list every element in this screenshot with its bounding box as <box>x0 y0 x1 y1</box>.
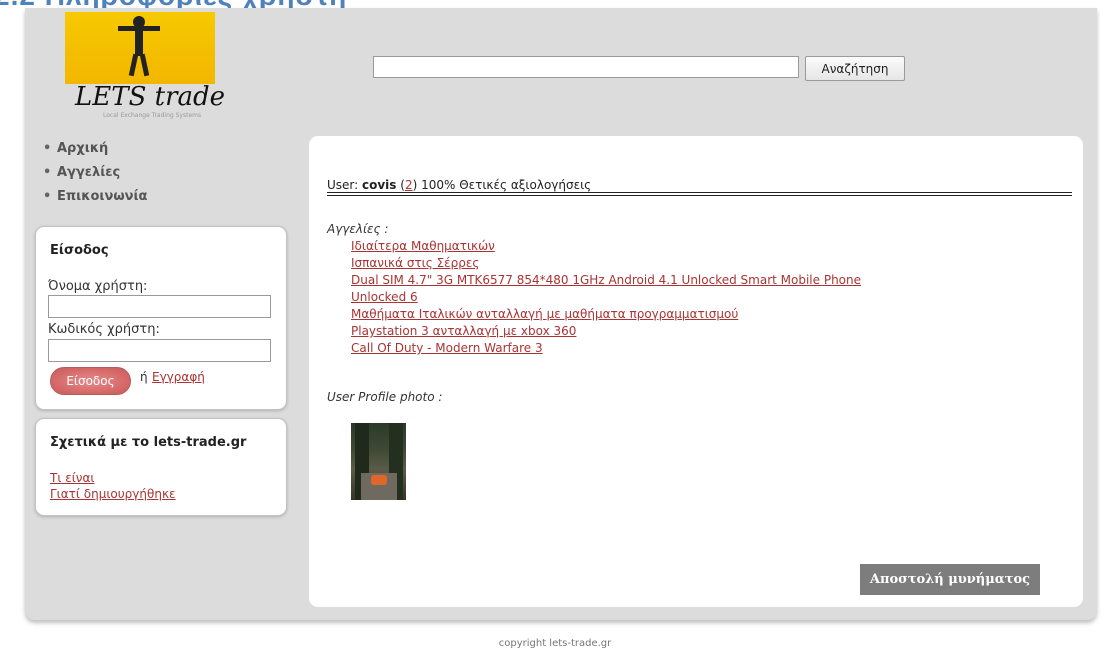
main-nav: • Αρχική • Αγγελίες • Επικοινωνία <box>43 137 147 209</box>
login-box: Είσοδος Όνομα χρήστη: Κωδικός χρήστη: Εί… <box>35 226 287 410</box>
password-label: Κωδικός χρήστη: <box>48 322 160 337</box>
password-field[interactable] <box>48 339 271 362</box>
photo-label: User Profile photo : <box>327 390 443 404</box>
bullet-icon: • <box>43 141 52 156</box>
profile-panel: User: covis (2) 100% Θετικές αξιολογήσει… <box>309 136 1083 607</box>
ad-link[interactable]: Playstation 3 ανταλλαγή με xbox 360 <box>351 323 861 340</box>
login-button[interactable]: Είσοδος <box>50 367 131 395</box>
bullet-icon: • <box>43 165 52 180</box>
username: covis <box>362 178 397 192</box>
ads-label: Αγγελίες : <box>327 222 389 236</box>
ad-link[interactable]: Ιδιαίτερα Μαθηματικών <box>351 238 861 255</box>
ad-link[interactable]: Μαθήματα Ιταλικών ανταλλαγή με μαθήματα … <box>351 306 861 323</box>
ad-link[interactable]: Ισπανικά στις Σέρρες <box>351 255 861 272</box>
nav-item-contact[interactable]: • Επικοινωνία <box>43 185 147 209</box>
search-button[interactable]: Αναζήτηση <box>805 56 905 81</box>
about-link-why[interactable]: Γιατί δημιουργήθηκε <box>50 487 176 501</box>
search-input[interactable] <box>373 56 799 78</box>
or-text: ή <box>140 370 148 384</box>
rating-close: ) <box>412 178 422 192</box>
ad-link[interactable]: Unlocked 6 <box>351 289 861 306</box>
document-heading-text: 2.2 Πληροφορίες χρήστη <box>0 0 347 8</box>
username-field[interactable] <box>48 295 271 318</box>
user-prefix: User: <box>327 178 362 192</box>
ad-link[interactable]: Dual SIM 4.7" 3G MTK6577 854*480 1GHz An… <box>351 272 861 289</box>
footer-copyright: copyright lets-trade.gr <box>498 638 612 649</box>
login-title: Είσοδος <box>50 243 109 258</box>
logo-figure-body <box>135 28 143 56</box>
logo-figure-arms <box>118 26 160 31</box>
about-title: Σχετικά με το lets-trade.gr <box>50 435 247 450</box>
ad-link[interactable]: Call Of Duty - Modern Warfare 3 <box>351 340 861 357</box>
nav-item-label: Αρχική <box>57 141 109 156</box>
divider <box>327 195 1072 196</box>
about-link-what[interactable]: Τι είναι <box>50 471 94 485</box>
send-message-button[interactable]: Αποστολή μυνήματος <box>860 564 1040 595</box>
ads-list: Ιδιαίτερα Μαθηματικών Ισπανικά στις Σέρρ… <box>351 238 861 357</box>
about-box: Σχετικά με το lets-trade.gr Τι είναι Για… <box>35 418 287 516</box>
logo-text: LETS trade <box>75 82 226 112</box>
lets-trade-logo[interactable]: LETS trade Local Exchange Trading System… <box>63 12 228 119</box>
username-label: Όνομα χρήστη: <box>48 279 148 294</box>
nav-item-label: Αγγελίες <box>57 165 121 180</box>
rating-open: ( <box>396 178 405 192</box>
profile-photo[interactable] <box>351 423 406 500</box>
document-heading: 2.2 Πληροφορίες χρήστη <box>0 0 1110 8</box>
divider <box>327 192 1072 193</box>
logo-tagline: Local Exchange Trading Systems <box>103 112 202 119</box>
user-summary: User: covis (2) 100% Θετικές αξιολογήσει… <box>327 178 1072 192</box>
nav-item-ads[interactable]: • Αγγελίες <box>43 161 147 185</box>
nav-item-label: Επικοινωνία <box>57 189 148 204</box>
register-link[interactable]: Εγγραφή <box>152 370 205 384</box>
rating-text: 100% Θετικές αξιολογήσεις <box>421 178 592 192</box>
photo-car <box>371 475 387 485</box>
nav-item-home[interactable]: • Αρχική <box>43 137 147 161</box>
bullet-icon: • <box>43 189 52 204</box>
rating-count-link[interactable]: 2 <box>405 178 413 192</box>
